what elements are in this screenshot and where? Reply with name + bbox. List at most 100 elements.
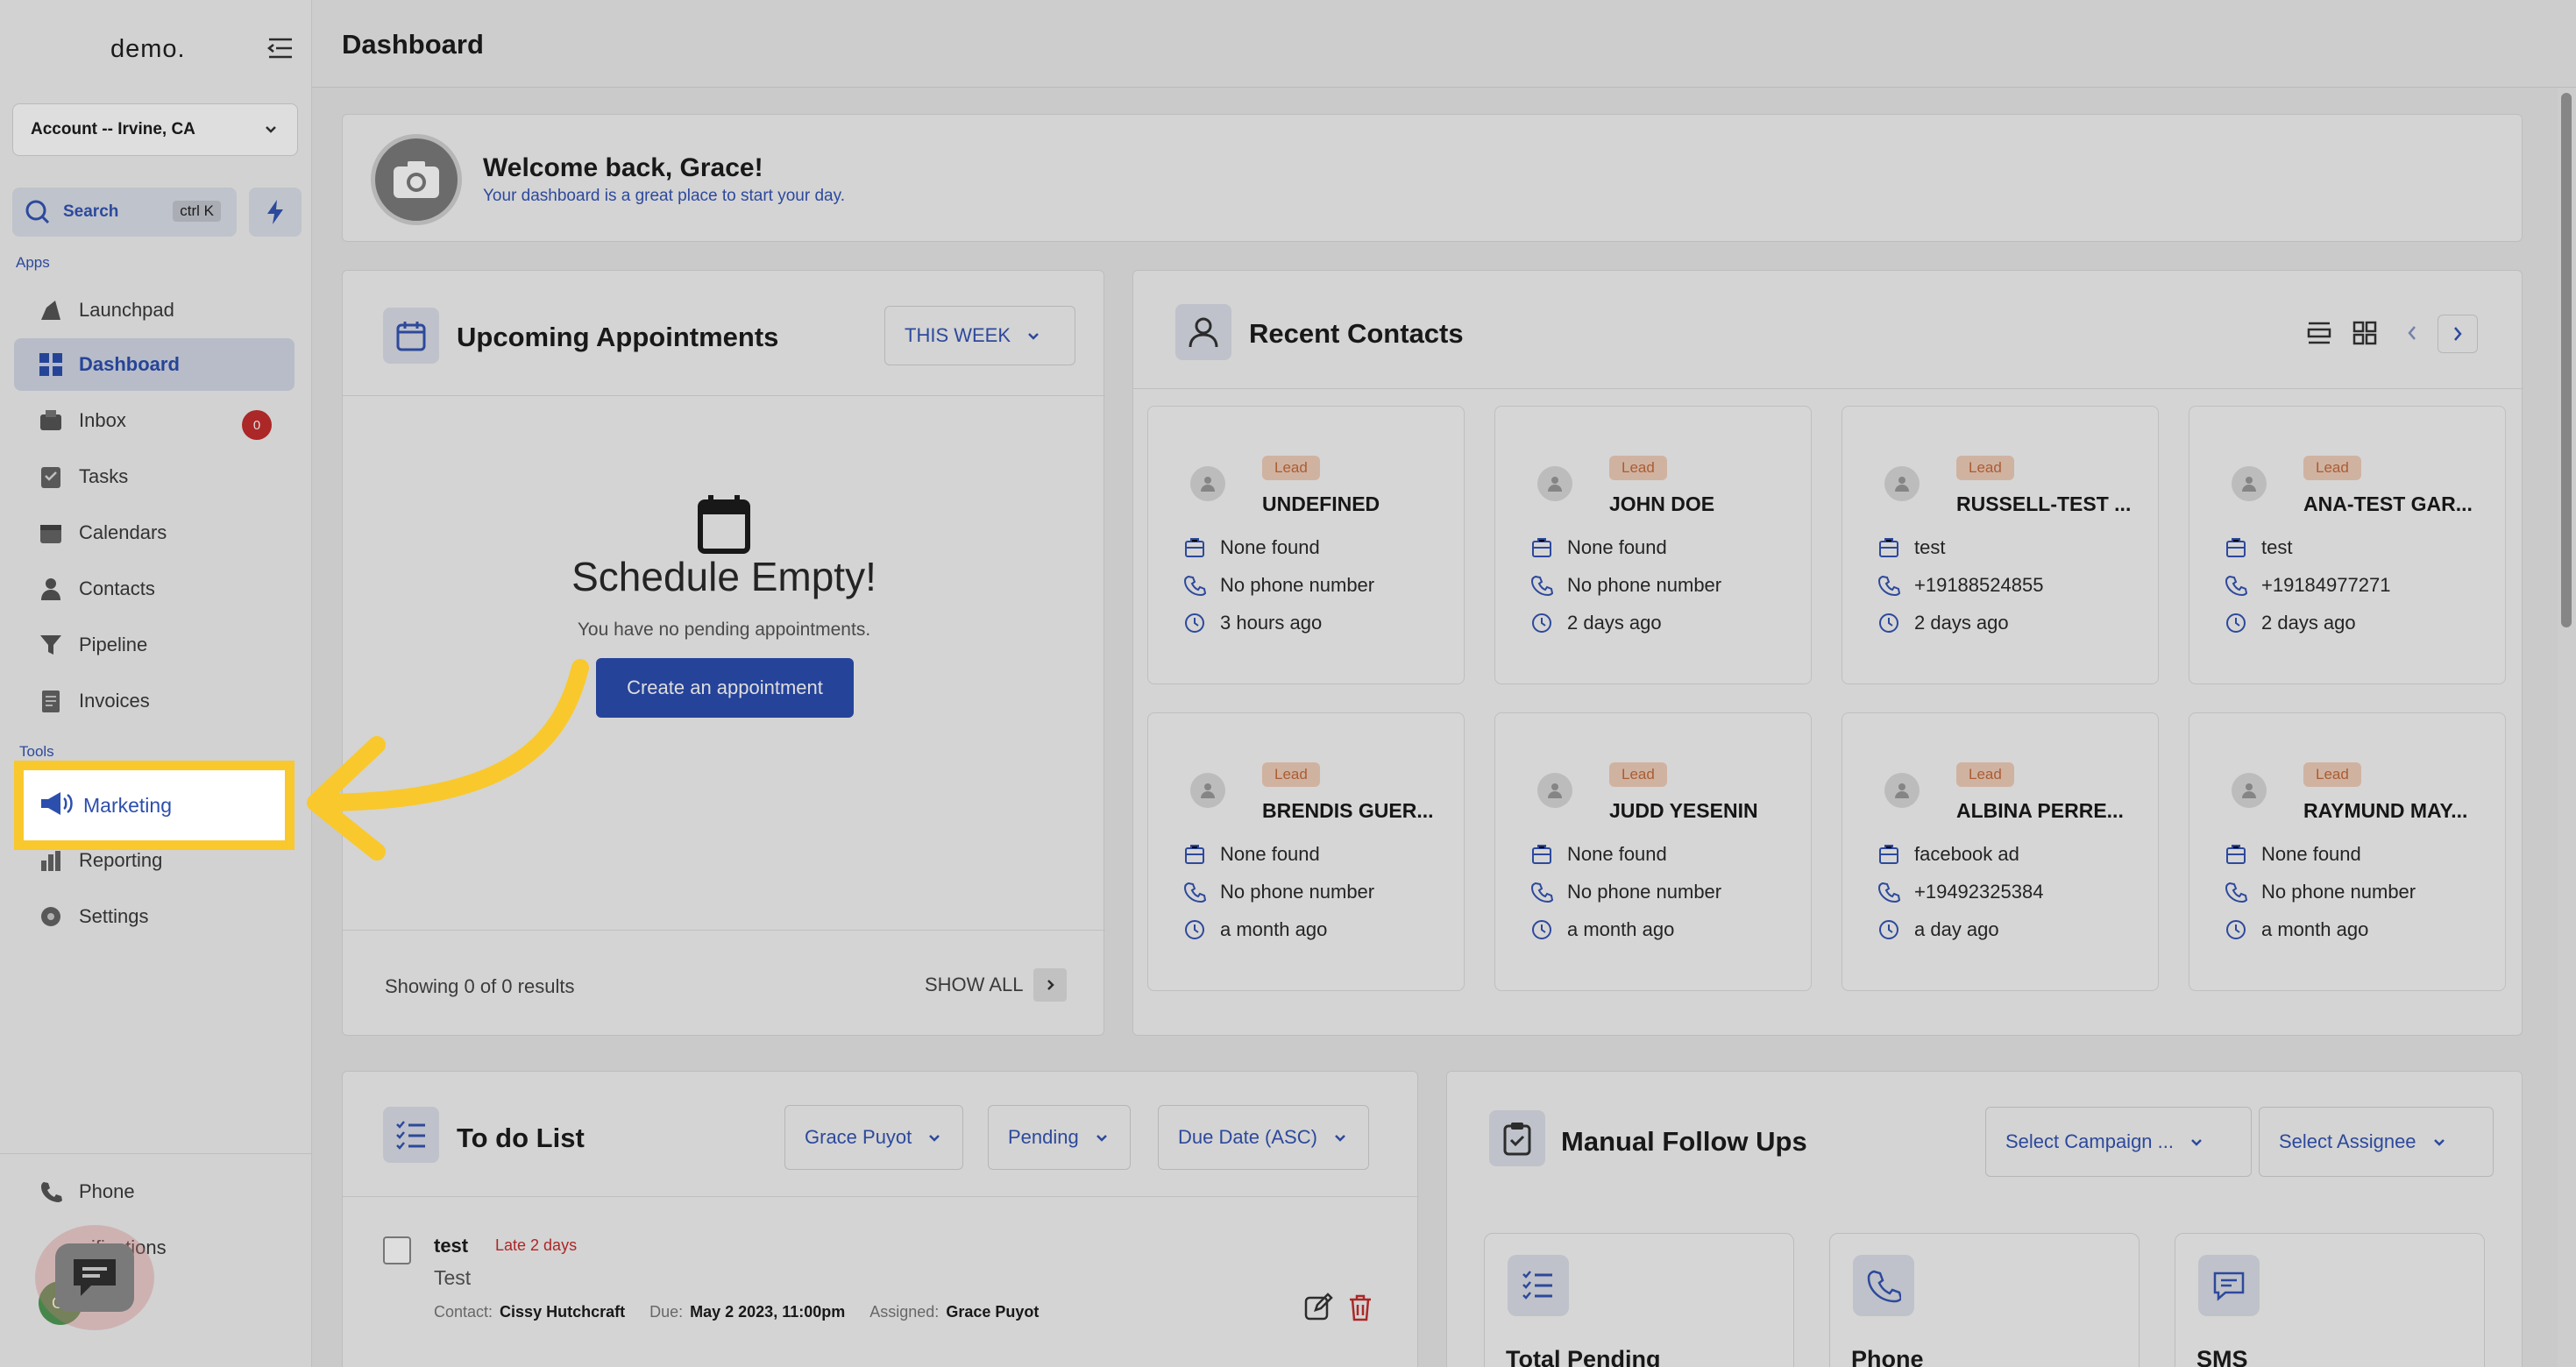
todo-card: To do List Grace Puyot Pending Due Date … (342, 1071, 1419, 1367)
quick-action-button[interactable] (249, 188, 302, 237)
status-filter-dropdown[interactable]: Pending (988, 1105, 1131, 1170)
contact-phone-row: No phone number (1530, 881, 1721, 903)
chevron-right-icon (1033, 968, 1068, 1002)
gear-icon (37, 903, 65, 931)
contact-phone: No phone number (1220, 574, 1375, 596)
sidebar-item-pipeline[interactable]: Pipeline (14, 619, 295, 671)
assignee-select-label: Select Assignee (2279, 1130, 2416, 1152)
total-pending-tile[interactable]: Total Pending (1484, 1233, 1794, 1367)
phone-tile[interactable]: Phone (1829, 1233, 2140, 1367)
trash-icon[interactable] (1347, 1293, 1373, 1327)
campaign-filter-dropdown[interactable]: Select Campaign ... (1985, 1107, 2252, 1177)
lead-tag: Lead (1609, 456, 1667, 480)
assignee-filter-dropdown[interactable]: Grace Puyot (784, 1105, 964, 1170)
show-all-label: SHOW ALL (925, 974, 1024, 995)
clock-icon (2226, 920, 2246, 939)
clipboard-check-icon (1489, 1110, 1545, 1166)
contact-card[interactable]: Lead UNDEFINED None found No phone number 3 … (1147, 406, 1465, 684)
contact-phone-row: No phone number (2225, 881, 2416, 903)
inbox-icon (37, 407, 65, 435)
contact-card[interactable]: Lead RUSSELL-TEST ... test +19188524855 2 da… (1842, 406, 2159, 684)
phone-icon (2225, 575, 2247, 597)
grid-view-icon[interactable] (2352, 320, 2378, 351)
sidebar-item-dashboard[interactable]: Dashboard (14, 338, 295, 391)
list-view-icon[interactable] (2306, 320, 2332, 351)
sidebar-item-calendars[interactable]: Calendars (14, 506, 295, 559)
sidebar-item-inbox[interactable]: Inbox 0 (14, 394, 295, 447)
scrollbar[interactable] (2558, 88, 2576, 1367)
sidebar-item-marketing[interactable]: Marketing (14, 761, 295, 850)
sidebar-item-launchpad[interactable]: Launchpad (14, 284, 295, 336)
task-late-badge: Late 2 days (495, 1236, 578, 1254)
tile-title: SMS (2196, 1346, 2248, 1367)
reporting-icon (37, 846, 65, 875)
contact-time-row: 2 days ago (2225, 612, 2356, 634)
phone-icon (1183, 575, 1206, 597)
contact-name: ANA-TEST GAR... (2303, 492, 2473, 515)
contact-card[interactable]: Lead JUDD YESENIN None found No phone numbe… (1494, 712, 1812, 991)
app-logo: demo. (110, 35, 186, 63)
search-button[interactable]: Search ctrl K (12, 188, 237, 237)
task-checkbox[interactable] (383, 1236, 411, 1264)
contact-avatar (1190, 466, 1225, 501)
lightning-icon (267, 200, 283, 224)
contact-time: a month ago (1220, 918, 1328, 940)
top-bar: Dashboard (312, 0, 2576, 88)
chat-widget-button[interactable] (35, 1225, 154, 1330)
sidebar-item-settings[interactable]: Settings (14, 890, 295, 943)
assignee-select-dropdown[interactable]: Select Assignee (2259, 1107, 2494, 1177)
account-switcher[interactable]: Account -- Irvine, CA (12, 103, 298, 156)
search-icon (25, 200, 50, 224)
contact-phone: No phone number (1567, 574, 1722, 596)
sort-label: Due Date (ASC) (1178, 1126, 1317, 1148)
sidebar-item-label: Calendars (79, 521, 167, 543)
phone-icon (1853, 1255, 1914, 1316)
contact-company: None found (1567, 843, 1667, 865)
sms-tile[interactable]: SMS (2175, 1233, 2485, 1367)
sort-dropdown[interactable]: Due Date (ASC) (1158, 1105, 1369, 1170)
contact-card[interactable]: Lead ANA-TEST GAR... test +19184977271 2 day… (2189, 406, 2506, 684)
edit-icon[interactable] (1303, 1293, 1333, 1327)
contact-phone-row: No phone number (1183, 881, 1374, 903)
contact-phone-row: No phone number (1183, 574, 1374, 597)
contact-name: JOHN DOE (1609, 492, 1715, 515)
clock-icon (1879, 613, 1898, 633)
collapse-sidebar-icon[interactable] (266, 35, 295, 61)
previous-page-icon[interactable] (2395, 316, 2429, 350)
contact-company-row: None found (1530, 843, 1667, 866)
next-page-icon[interactable] (2438, 315, 2478, 353)
contact-card[interactable]: Lead RAYMUND MAY... None found No phone num… (2189, 712, 2506, 991)
chevron-down-icon (929, 1135, 940, 1142)
sidebar-item-contacts[interactable]: Contacts (14, 563, 295, 615)
sidebar-item-invoices[interactable]: Invoices (14, 675, 295, 727)
contact-company-row: None found (1183, 843, 1320, 866)
show-all-button[interactable]: SHOW ALL (925, 968, 1068, 1002)
chevron-down-icon (1096, 1135, 1107, 1142)
welcome-subtitle: Your dashboard is a great place to start… (483, 187, 845, 205)
divider (1133, 388, 2523, 389)
week-filter-label: THIS WEEK (905, 324, 1011, 346)
contact-company-row: None found (2225, 843, 2361, 866)
phone-icon (1530, 882, 1553, 903)
sidebar-item-phone[interactable]: Phone (14, 1165, 295, 1218)
week-filter-dropdown[interactable]: THIS WEEK (884, 306, 1075, 365)
contact-label: Contact: (434, 1303, 493, 1321)
due-label: Due: (649, 1303, 684, 1321)
checklist-icon (383, 1107, 439, 1163)
contact-card[interactable]: Lead BRENDIS GUER... None found No phone nu… (1147, 712, 1465, 991)
contact-company: None found (1220, 843, 1320, 865)
contact-card[interactable]: Lead ALBINA PERRE... facebook ad +194923253… (1842, 712, 2159, 991)
calendar-icon (37, 519, 65, 547)
followups-title: Manual Follow Ups (1561, 1126, 1807, 1157)
sidebar-item-tasks[interactable]: Tasks (14, 450, 295, 503)
chevron-down-icon (266, 126, 276, 133)
scrollbar-thumb[interactable] (2561, 93, 2572, 627)
contact-avatar (1884, 466, 1920, 501)
building-icon (2226, 538, 2246, 557)
camera-icon[interactable] (371, 134, 462, 225)
divider (343, 1196, 1419, 1197)
sidebar-item-label: Inbox (79, 409, 126, 431)
contact-company-row: facebook ad (1877, 843, 2019, 866)
create-appointment-button[interactable]: Create an appointment (596, 658, 854, 718)
contact-card[interactable]: Lead JOHN DOE None found No phone number 2 d… (1494, 406, 1812, 684)
